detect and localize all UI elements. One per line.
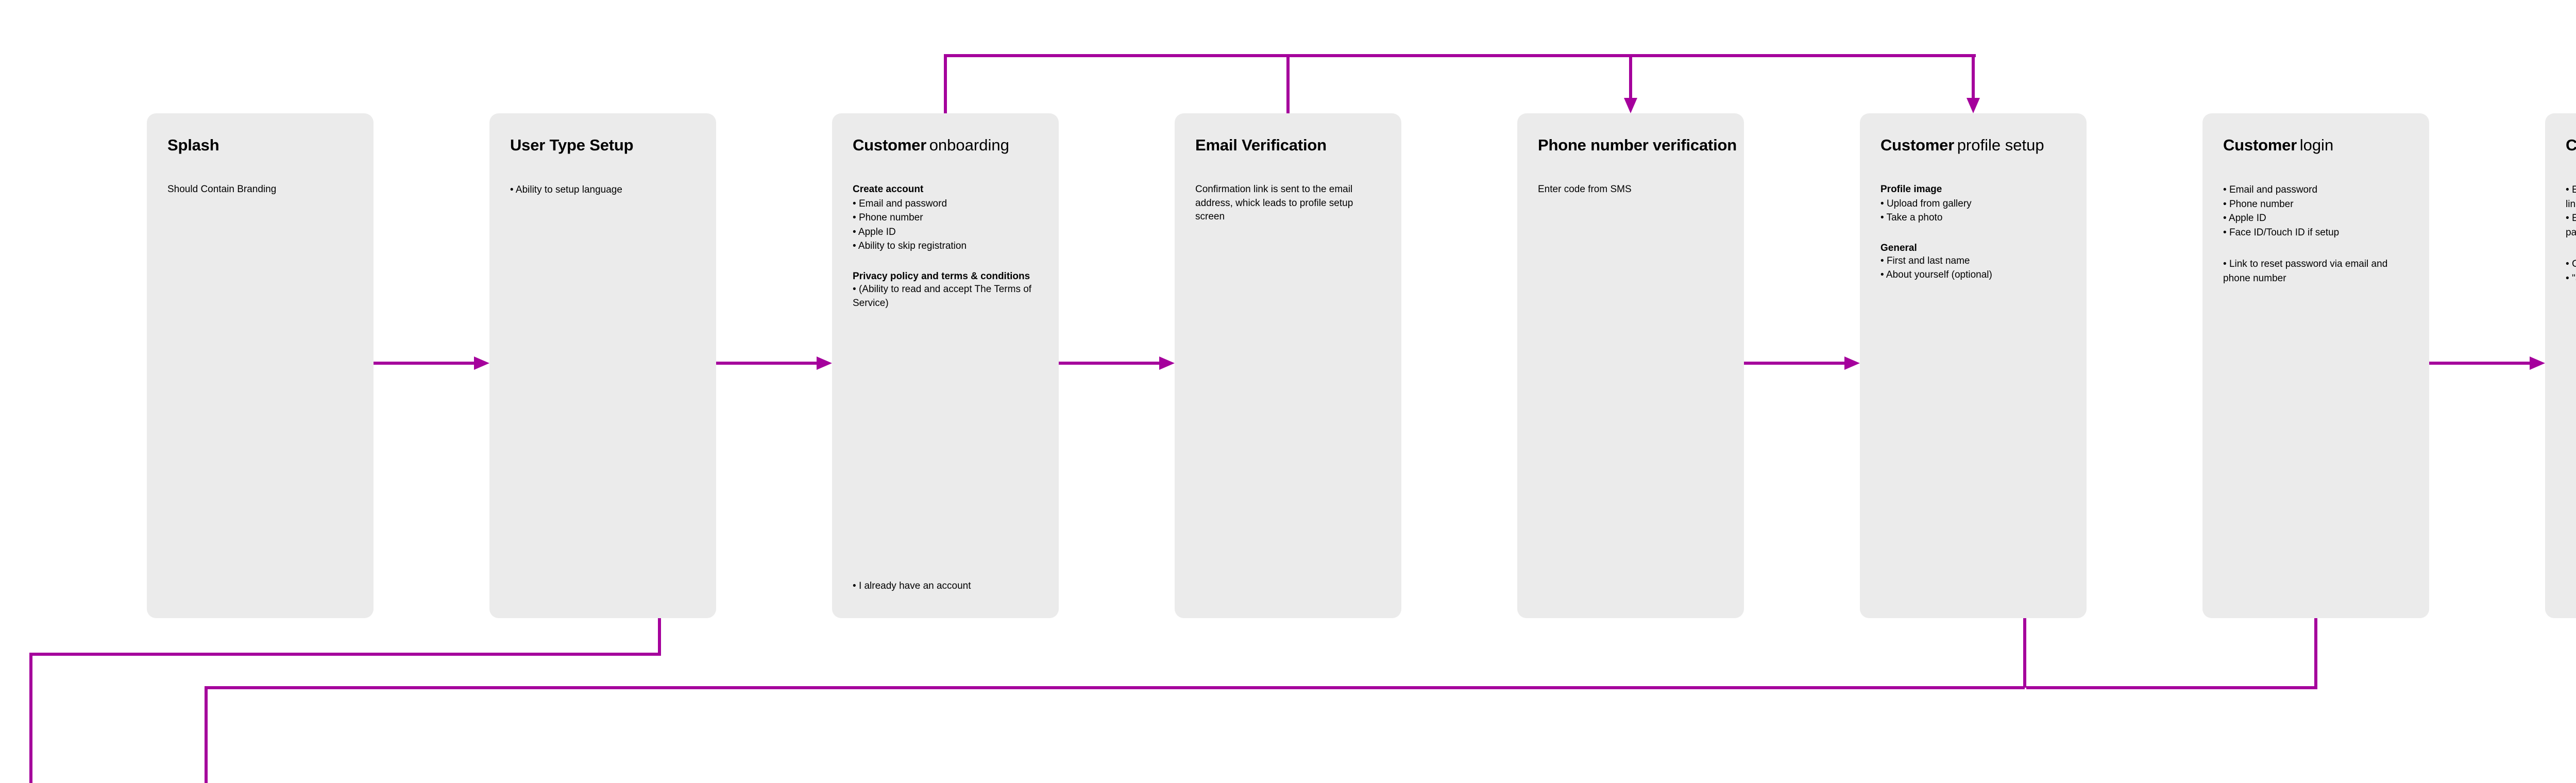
card-title-regular: onboarding — [929, 136, 1009, 155]
card-customer-onboarding: Customer onboarding Create account • Ema… — [832, 113, 1059, 618]
card-reset-password: Customer reset password • Enter email to… — [2545, 113, 2576, 618]
card-title: Phone number verification — [1538, 136, 1737, 155]
bullet-item: • Phone number — [2223, 197, 2409, 212]
section-heading: Create account — [853, 183, 1038, 197]
card-profile-setup: Customer profile setup Profile image • U… — [1860, 113, 2087, 618]
card-email-verification: Email Verification Confirmation link is … — [1175, 113, 1401, 618]
card-title-bold: Customer — [853, 136, 926, 155]
card-title-regular: login — [2300, 136, 2334, 155]
bullet-item: • Create new password — [2566, 257, 2576, 271]
card-phone-verification: Phone number verification Enter code fro… — [1517, 113, 1744, 618]
bullet-item: • Ability to setup language — [510, 183, 696, 197]
arrow-login-to-reset — [2429, 355, 2545, 371]
card-title-bold: Customer — [2566, 136, 2576, 155]
arrow-onboarding-to-email — [1059, 355, 1175, 371]
card-subtitle: Confirmation link is sent to the email a… — [1195, 183, 1381, 224]
bullet-item: • Face ID/Touch ID if setup — [2223, 226, 2409, 240]
card-splash: Splash Should Contain Branding — [147, 113, 374, 618]
bullet-item: • Enter phone number to recieve reset pa… — [2566, 211, 2576, 240]
bullet-item: • Ability to skip registration — [853, 239, 1038, 253]
bullet-item: • Take a photo — [1880, 211, 2066, 225]
card-title-bold: Customer — [1880, 136, 1954, 155]
card-title: User Type Setup — [510, 136, 633, 155]
card-bottom-note: • I already have an account — [853, 579, 971, 593]
bullet-item: • Link to reset password via email and p… — [2223, 257, 2409, 285]
bullet-item: • (Ability to read and accept The Terms … — [853, 282, 1038, 311]
bullet-item: • Email and password — [853, 197, 1038, 211]
card-title-regular: profile setup — [1957, 136, 2044, 155]
bullet-item: • Upload from gallery — [1880, 197, 2066, 211]
top-branch-lines — [943, 54, 1978, 116]
card-customer-login: Customer login • Email and password • Ph… — [2202, 113, 2429, 618]
bullet-item: • About yourself (optional) — [1880, 268, 2066, 282]
bullet-item: • Phone number — [853, 211, 1038, 225]
bullet-item: • Enter email to recieve reset password … — [2566, 183, 2576, 211]
flow-canvas: Splash Should Contain Branding User Type… — [0, 0, 2576, 782]
bullet-item: • First and last name — [1880, 254, 2066, 268]
bottom-branch-lines — [26, 618, 2318, 783]
card-title: Splash — [167, 136, 219, 155]
card-user-type: User Type Setup • Ability to setup langu… — [489, 113, 716, 618]
card-subtitle: Enter code from SMS — [1538, 183, 1723, 197]
arrow-phone-to-profile — [1744, 355, 1860, 371]
arrow-splash-to-usertype — [374, 355, 489, 371]
bullet-item: • Email and password — [2223, 183, 2409, 197]
card-subtitle: Should Contain Branding — [167, 183, 353, 197]
section-heading: General — [1880, 243, 2066, 254]
card-title: Email Verification — [1195, 136, 1327, 155]
bullet-item: • Apple ID — [853, 225, 1038, 240]
section-heading: Profile image — [1880, 183, 2066, 197]
card-title-bold: Customer — [2223, 136, 2297, 155]
arrow-usertype-to-onboarding — [716, 355, 832, 371]
bullet-item: • Apple ID — [2223, 211, 2409, 226]
bullet-item: • "Save new password" button — [2566, 271, 2576, 286]
section-heading: Privacy policy and terms & conditions — [853, 271, 1038, 282]
